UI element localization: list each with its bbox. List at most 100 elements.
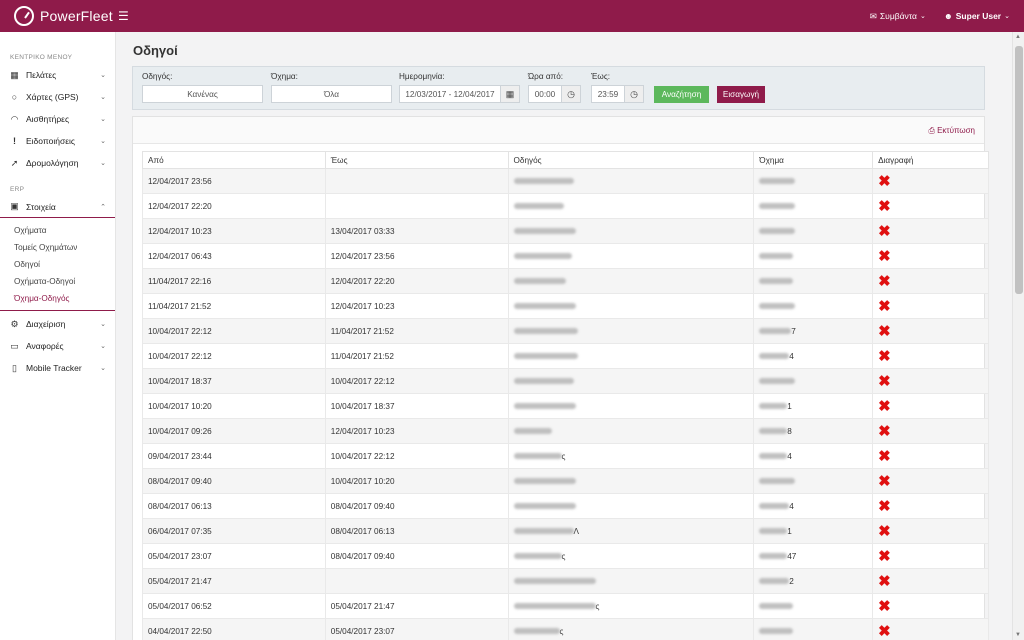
redacted-text xyxy=(513,477,576,484)
date-range-input[interactable]: 12/03/2017 - 12/04/2017 xyxy=(399,85,501,103)
redacted-text xyxy=(513,552,562,559)
table-row: 11/04/2017 21:52 12/04/2017 10:23 ✖ xyxy=(142,293,989,319)
delete-x-icon[interactable]: ✖ xyxy=(878,598,891,615)
delete-x-icon[interactable]: ✖ xyxy=(878,198,891,215)
cell-vehicle: 4 xyxy=(753,493,874,519)
delete-x-icon[interactable]: ✖ xyxy=(878,273,891,290)
redacted-text xyxy=(513,377,574,384)
car-icon: ▣ xyxy=(10,201,19,211)
chevron-down-icon: ⌄ xyxy=(100,365,106,372)
delete-x-icon[interactable]: ✖ xyxy=(878,473,891,490)
table-row: 04/04/2017 22:50 05/04/2017 23:07 ς ✖ xyxy=(142,618,989,640)
insert-button[interactable]: Εισαγωγή xyxy=(717,86,765,103)
delete-x-icon[interactable]: ✖ xyxy=(878,223,891,240)
cell-delete: ✖ xyxy=(872,493,989,519)
sidebar-sub-drivers[interactable]: Οδηγοί xyxy=(0,256,115,273)
redacted-text xyxy=(759,352,790,359)
column-header-driver[interactable]: Οδηγός xyxy=(507,151,755,169)
hamburger-icon[interactable]: ☰ xyxy=(118,9,129,23)
user-menu[interactable]: ☻ Super User ⌄ xyxy=(944,11,1010,21)
scroll-thumb[interactable] xyxy=(1015,46,1023,294)
delete-x-icon[interactable]: ✖ xyxy=(878,523,891,540)
events-menu[interactable]: ✉ Συμβάντα ⌄ xyxy=(870,11,926,22)
table-row: 08/04/2017 09:40 10/04/2017 10:20 ✖ xyxy=(142,468,989,494)
print-link[interactable]: ⎙ Εκτύπωση xyxy=(928,126,975,136)
delete-x-icon[interactable]: ✖ xyxy=(878,323,891,340)
sidebar-item-management[interactable]: ⚙ Διαχείριση ⌄ xyxy=(0,313,115,335)
cell-from: 12/04/2017 23:56 xyxy=(142,168,326,194)
sidebar-item-mobile-tracker[interactable]: ▯ Mobile Tracker ⌄ xyxy=(0,357,115,379)
clock-icon[interactable]: ◷ xyxy=(561,85,581,103)
sidebar-item-notifications[interactable]: ! Ειδοποιήσεις ⌄ xyxy=(0,130,115,152)
cell-vehicle xyxy=(753,218,874,244)
delete-x-icon[interactable]: ✖ xyxy=(878,573,891,590)
page-scrollbar[interactable]: ▲ ▼ xyxy=(1012,32,1024,640)
sidebar-sub-vehicle-driver[interactable]: Όχημα-Οδηγός xyxy=(0,290,115,307)
globe-icon: ○ xyxy=(11,92,18,102)
sidebar-item-reports[interactable]: ▭ Αναφορές ⌄ xyxy=(0,335,115,357)
brand-name: PowerFleet xyxy=(40,8,113,24)
delete-x-icon[interactable]: ✖ xyxy=(878,398,891,415)
sidebar-sub-vehicle-sectors[interactable]: Τομείς Οχημάτων xyxy=(0,239,115,256)
delete-x-icon[interactable]: ✖ xyxy=(878,548,891,565)
vehicle-visible-tail: 47 xyxy=(787,551,797,561)
cell-driver xyxy=(507,418,755,444)
scroll-down-arrow-icon[interactable]: ▼ xyxy=(1015,632,1021,638)
chevron-down-icon: ⌄ xyxy=(100,343,106,350)
cell-driver xyxy=(507,393,755,419)
cell-delete: ✖ xyxy=(872,568,989,594)
time-to-input[interactable]: 23:59 xyxy=(591,85,625,103)
column-header-vehicle[interactable]: Όχημα xyxy=(753,151,874,169)
scroll-up-arrow-icon[interactable]: ▲ xyxy=(1015,34,1021,40)
map-icon: ▦ xyxy=(10,69,19,80)
redacted-text xyxy=(513,602,596,609)
delete-x-icon[interactable]: ✖ xyxy=(878,348,891,365)
table-row: 10/04/2017 22:12 11/04/2017 21:52 4 ✖ xyxy=(142,343,989,369)
table-row: 05/04/2017 21:47 2 ✖ xyxy=(142,568,989,594)
delete-x-icon[interactable]: ✖ xyxy=(878,373,891,390)
chevron-down-icon: ⌄ xyxy=(100,94,106,101)
calendar-icon[interactable]: ▦ xyxy=(500,85,520,103)
delete-x-icon[interactable]: ✖ xyxy=(878,623,891,640)
cell-vehicle: 7 xyxy=(753,318,874,344)
search-button[interactable]: Αναζήτηση xyxy=(654,86,709,103)
sidebar-item-elements[interactable]: ▣ Στοιχεία ⌃ xyxy=(0,196,115,218)
redacted-text xyxy=(513,402,576,409)
driver-select[interactable]: Κανένας xyxy=(142,85,263,103)
cell-driver xyxy=(507,318,755,344)
column-header-from[interactable]: Από xyxy=(142,151,326,169)
vehicle-select[interactable]: Όλα xyxy=(271,85,392,103)
redacted-text xyxy=(759,227,796,234)
sidebar-item-sensors[interactable]: ◠ Αισθητήρες ⌄ xyxy=(0,108,115,130)
sidebar-item-customers[interactable]: ▦ Πελάτες ⌄ xyxy=(0,64,115,86)
delete-x-icon[interactable]: ✖ xyxy=(878,173,891,190)
table-row: 05/04/2017 23:07 08/04/2017 09:40 ς 47 ✖ xyxy=(142,543,989,569)
cell-from: 11/04/2017 22:16 xyxy=(142,268,326,294)
sidebar-item-maps[interactable]: ○ Χάρτες (GPS) ⌄ xyxy=(0,86,115,108)
clock-icon[interactable]: ◷ xyxy=(624,85,644,103)
table-header-row: Από Έως Οδηγός Όχημα Διαγραφή xyxy=(142,151,989,169)
sidebar-sub-vehicles[interactable]: Οχήματα xyxy=(0,222,115,239)
redacted-text xyxy=(759,252,794,259)
sidebar-sub-vehicles-drivers[interactable]: Οχήματα-Οδηγοί xyxy=(0,273,115,290)
time-from-input[interactable]: 00:00 xyxy=(528,85,562,103)
delete-x-icon[interactable]: ✖ xyxy=(878,448,891,465)
delete-x-icon[interactable]: ✖ xyxy=(878,248,891,265)
vehicle-visible-tail: 4 xyxy=(789,501,794,511)
sidebar-item-routing[interactable]: ➚ Δρομολόγηση ⌄ xyxy=(0,152,115,174)
column-header-to[interactable]: Έως xyxy=(324,151,509,169)
user-label: Super User xyxy=(955,11,1002,21)
chevron-down-icon: ⌄ xyxy=(100,116,106,123)
redacted-text xyxy=(513,227,576,234)
cell-driver xyxy=(507,493,755,519)
cell-vehicle: 1 xyxy=(753,518,874,544)
cell-vehicle: 4 xyxy=(753,343,874,369)
delete-x-icon[interactable]: ✖ xyxy=(878,498,891,515)
cell-vehicle xyxy=(753,618,874,640)
table-row: 06/04/2017 07:35 08/04/2017 06:13 Λ 1 ✖ xyxy=(142,518,989,544)
cell-to: 12/04/2017 10:23 xyxy=(324,418,509,444)
results-panel: ⎙ Εκτύπωση Από Έως Οδηγός Όχημα Διαγραφή… xyxy=(132,116,989,640)
delete-x-icon[interactable]: ✖ xyxy=(878,423,891,440)
brand[interactable]: PowerFleet xyxy=(0,6,116,26)
delete-x-icon[interactable]: ✖ xyxy=(878,298,891,315)
